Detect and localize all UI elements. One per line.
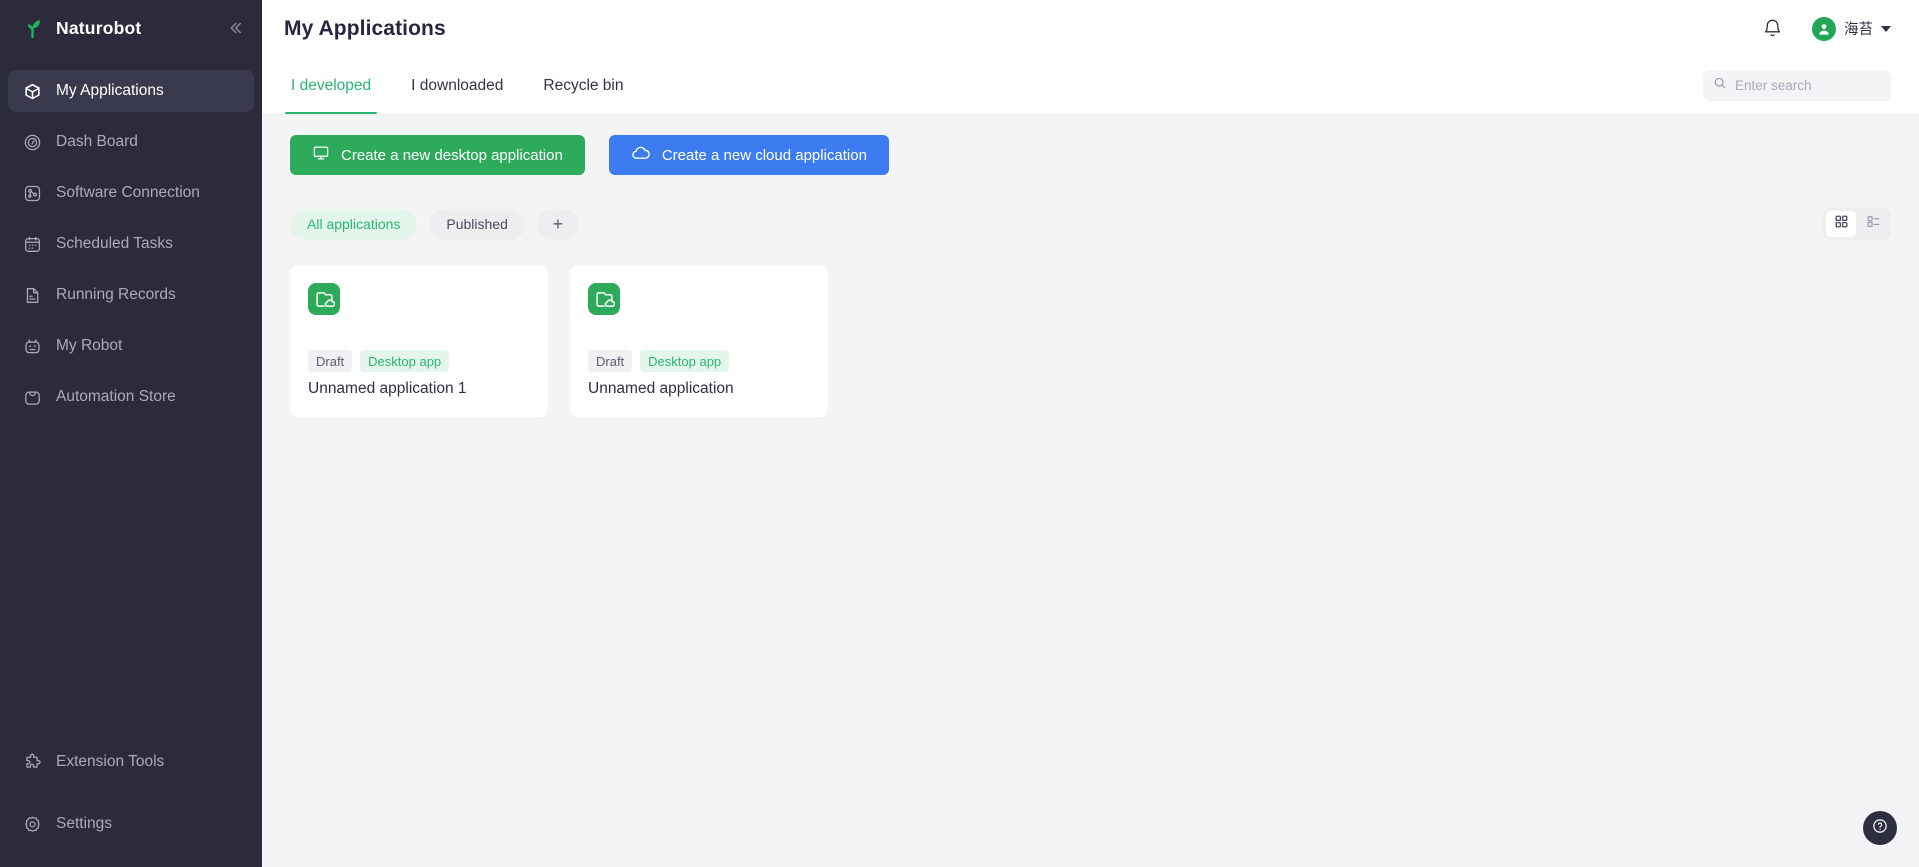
status-badge: Draft [588, 350, 633, 372]
help-button[interactable] [1863, 811, 1897, 845]
sidebar-item-my-applications[interactable]: My Applications [8, 70, 254, 112]
chevron-down-icon [1881, 25, 1891, 32]
shopping-bag-icon [22, 387, 42, 407]
create-desktop-application-label: Create a new desktop application [341, 146, 563, 164]
puzzle-piece-icon [22, 752, 42, 772]
tabs: I developed I downloaded Recycle bin [284, 57, 626, 114]
grid-view-button[interactable] [1826, 211, 1856, 237]
sidebar: Naturobot My Applications Dash Board Sof… [0, 0, 262, 867]
application-title: Unnamed application [588, 380, 734, 397]
calendar-icon [22, 234, 42, 254]
search-icon [1713, 76, 1727, 95]
sidebar-item-label: Dash Board [56, 133, 138, 150]
app-root: Naturobot My Applications Dash Board Sof… [0, 0, 1919, 867]
search-input[interactable] [1735, 78, 1881, 93]
status-badge: Draft [308, 350, 353, 372]
create-desktop-application-button[interactable]: Create a new desktop application [290, 135, 585, 175]
sidebar-item-automation-store[interactable]: Automation Store [8, 376, 254, 418]
bell-icon[interactable] [1760, 17, 1784, 41]
cloud-icon [631, 143, 651, 167]
search-box[interactable] [1703, 70, 1891, 101]
sidebar-item-label: Automation Store [56, 388, 176, 405]
sidebar-item-settings[interactable]: Settings [8, 803, 254, 845]
sidebar-item-label: Scheduled Tasks [56, 235, 173, 252]
folder-cloud-icon [308, 283, 340, 315]
tab-label: Recycle bin [543, 76, 624, 94]
folder-cloud-icon [588, 283, 620, 315]
application-card-grid: Draft Desktop app Unnamed application 1 … [290, 265, 1891, 417]
document-list-icon [22, 285, 42, 305]
page-title: My Applications [284, 16, 446, 40]
cube-icon [22, 81, 42, 101]
sidebar-item-label: Software Connection [56, 184, 200, 201]
filter-chip-published[interactable]: Published [429, 208, 525, 240]
sidebar-item-software-connection[interactable]: Software Connection [8, 172, 254, 214]
sidebar-item-dash-board[interactable]: Dash Board [8, 121, 254, 163]
brand-row: Naturobot [0, 0, 262, 56]
create-cloud-application-label: Create a new cloud application [661, 146, 867, 164]
tab-bar: I developed I downloaded Recycle bin [262, 57, 1919, 115]
application-title: Unnamed application 1 [308, 380, 467, 397]
tab-recycle-bin[interactable]: Recycle bin [541, 57, 625, 114]
avatar [1812, 16, 1836, 41]
type-badge: Desktop app [640, 350, 730, 372]
view-toggle [1823, 208, 1891, 240]
list-view-button[interactable] [1858, 211, 1888, 237]
main-area: My Applications 海苔 I developed I downloa… [262, 0, 1919, 867]
user-name: 海苔 [1844, 22, 1873, 38]
sidebar-item-extension-tools[interactable]: Extension Tools [8, 741, 254, 783]
software-connection-icon [22, 183, 42, 203]
sidebar-item-label: Settings [56, 815, 113, 832]
filter-row: All applications Published + [290, 208, 1891, 240]
sidebar-item-label: My Applications [56, 82, 164, 99]
sidebar-item-scheduled-tasks[interactable]: Scheduled Tasks [8, 223, 254, 265]
tab-label: I developed [291, 76, 372, 94]
sidebar-nav-top: My Applications Dash Board Software Conn… [0, 70, 262, 427]
plus-icon: + [552, 214, 564, 234]
gear-icon [22, 814, 42, 834]
sidebar-item-label: Extension Tools [56, 753, 165, 770]
sidebar-collapse-button[interactable] [222, 15, 248, 41]
tab-label: I downloaded [411, 76, 504, 94]
question-circle-icon [1871, 817, 1889, 840]
dashboard-gauge-icon [22, 132, 42, 152]
tab-i-downloaded[interactable]: I downloaded [409, 57, 505, 114]
grid-icon [1834, 214, 1849, 234]
sidebar-nav-bottom: Extension Tools Settings [0, 741, 262, 867]
monitor-icon [312, 144, 330, 166]
filter-chip-label: All applications [307, 216, 401, 232]
robot-icon [22, 336, 42, 356]
filter-chip-all-applications[interactable]: All applications [290, 208, 418, 240]
sidebar-item-label: My Robot [56, 337, 123, 354]
create-cloud-application-button[interactable]: Create a new cloud application [608, 135, 889, 175]
sprout-icon [20, 15, 46, 41]
sidebar-item-label: Running Records [56, 286, 176, 303]
tab-i-developed[interactable]: I developed [284, 57, 378, 114]
filter-chip-label: Published [446, 216, 508, 232]
list-icon [1866, 214, 1881, 234]
create-button-row: Create a new desktop application Create … [290, 135, 1891, 175]
type-badge: Desktop app [360, 350, 450, 372]
sidebar-item-my-robot[interactable]: My Robot [8, 325, 254, 367]
brand-name: Naturobot [56, 17, 142, 38]
card-tags: Draft Desktop app [308, 350, 530, 372]
card-tags: Draft Desktop app [588, 350, 810, 372]
add-filter-button[interactable]: + [536, 208, 579, 240]
application-card[interactable]: Draft Desktop app Unnamed application 1 [290, 265, 548, 417]
application-card[interactable]: Draft Desktop app Unnamed application [570, 265, 828, 417]
top-bar: My Applications 海苔 [262, 0, 1919, 57]
content-area: Create a new desktop application Create … [262, 115, 1919, 867]
user-menu[interactable]: 海苔 [1812, 16, 1891, 41]
sidebar-item-running-records[interactable]: Running Records [8, 274, 254, 316]
top-bar-right: 海苔 [1760, 16, 1891, 41]
